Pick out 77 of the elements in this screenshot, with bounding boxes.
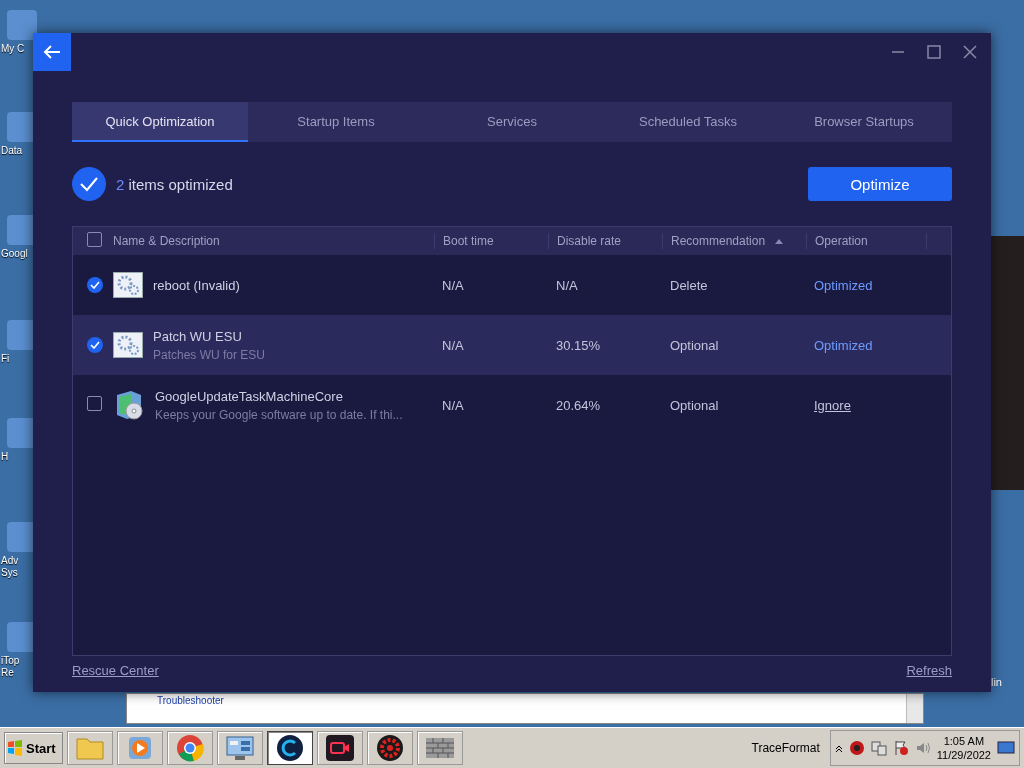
boot-time-cell-text: N/A: [441, 337, 465, 353]
item-description: Keeps your Google software up to date. If thi...: [155, 407, 403, 422]
video-camera-icon: [324, 734, 355, 762]
desktop-icon[interactable]: [997, 741, 1015, 755]
row-checkbox[interactable]: [87, 337, 103, 353]
recommendation-cell-text: Optional: [669, 397, 720, 413]
item-name: reboot (Invalid): [153, 277, 240, 293]
browser-icon: [175, 734, 204, 762]
table-row[interactable]: reboot (Invalid) N/A N/A Delete Optimized: [73, 255, 951, 315]
start-button[interactable]: Start: [4, 732, 63, 764]
item-description: Patches WU for ESU: [153, 347, 266, 362]
chevron-up-icon[interactable]: [834, 743, 843, 753]
select-all-checkbox[interactable]: [87, 232, 102, 247]
operation-status: Optimized: [814, 337, 873, 353]
gears-icon: [113, 332, 143, 358]
column-header[interactable]: Recommendation: [671, 234, 766, 248]
gears-icon: [113, 272, 143, 298]
boot-time-cell-text: N/A: [441, 397, 465, 413]
desktop-icon-label: My C: [1, 43, 26, 55]
gear-icon[interactable]: [848, 740, 865, 756]
column-header[interactable]: Operation: [815, 234, 868, 248]
clock[interactable]: 1:05 AM 11/29/2022: [936, 734, 991, 762]
taskbar-app-button[interactable]: [266, 731, 313, 765]
back-button[interactable]: [33, 33, 71, 71]
item-name: GoogleUpdateTaskMachineCore: [155, 388, 344, 404]
ignore-link[interactable]: Ignore: [814, 397, 851, 413]
disable-rate-cell-text: 30.15%: [555, 337, 602, 353]
desktop-icon-label: Adv Sys: [1, 555, 20, 579]
windows-logo-icon: [7, 740, 23, 756]
desktop-icon-label: iTop Re: [1, 655, 21, 679]
brick-wall-icon: [424, 735, 455, 761]
item-name: Patch WU ESU: [153, 328, 243, 344]
refresh-link[interactable]: Refresh: [906, 663, 952, 678]
desktop-icon-label: Googl: [1, 248, 29, 260]
checkmark-icon: [90, 281, 100, 289]
desktop-icon-label: Data: [1, 145, 24, 157]
row-checkbox[interactable]: [87, 277, 103, 293]
gear-icon: [375, 734, 404, 762]
recommendation-cell-text: Optional: [669, 337, 720, 353]
column-header[interactable]: Boot time: [443, 234, 494, 248]
tab[interactable]: Startup Items: [248, 102, 424, 142]
checkmark-icon: [90, 341, 100, 349]
toolbar-label: TraceFormat: [751, 741, 820, 755]
scrollbar[interactable]: [906, 694, 923, 723]
disable-rate-cell-text: N/A: [555, 277, 579, 293]
row-checkbox[interactable]: [87, 396, 102, 411]
desktop-icon-label: lin: [991, 676, 1002, 688]
optimized-count-text: 2 items optimized: [116, 175, 233, 193]
tab[interactable]: Browser Startups: [776, 102, 952, 142]
tab[interactable]: Services: [424, 102, 600, 142]
folder-icon: [74, 735, 105, 761]
column-header[interactable]: Name & Description: [113, 234, 220, 248]
troubleshooter-link[interactable]: Troubleshooter: [157, 695, 224, 723]
tab[interactable]: Scheduled Tasks: [600, 102, 776, 142]
table-row[interactable]: Patch WU ESU Patches WU for ESU N/A 30.15% Optional Optimized: [73, 315, 951, 375]
tab[interactable]: Quick Optimization: [72, 102, 248, 142]
rescue-center-link[interactable]: Rescue Center: [72, 663, 159, 678]
operation-status: Optimized: [814, 277, 873, 293]
optimize-button[interactable]: Optimize: [808, 167, 952, 201]
circle-c-icon: [275, 734, 304, 762]
disable-rate-cell-text: 20.64%: [555, 397, 602, 413]
monitor-icon: [224, 734, 255, 762]
table-row[interactable]: GoogleUpdateTaskMachineCore Keeps your Google software up to date. If thi... N/A 20.64% Optional Ignore: [73, 375, 951, 435]
taskbar-app-button[interactable]: [316, 731, 363, 765]
sort-arrow-icon[interactable]: [775, 238, 784, 244]
flag-error-icon[interactable]: [892, 740, 909, 756]
column-header[interactable]: Disable rate: [557, 234, 622, 248]
maximize-icon: [927, 45, 941, 59]
boot-time-cell-text: N/A: [441, 277, 465, 293]
recommendation-cell-text: Delete: [669, 277, 709, 293]
desktop-icon-label: H: [1, 451, 10, 463]
taskbar-app-button[interactable]: [366, 731, 413, 765]
desktop-icon-label: Fi: [1, 353, 11, 365]
close-icon: [963, 45, 977, 59]
back-arrow-icon: [43, 45, 61, 59]
checkmark-icon: [79, 176, 99, 192]
play-icon: [126, 735, 153, 761]
